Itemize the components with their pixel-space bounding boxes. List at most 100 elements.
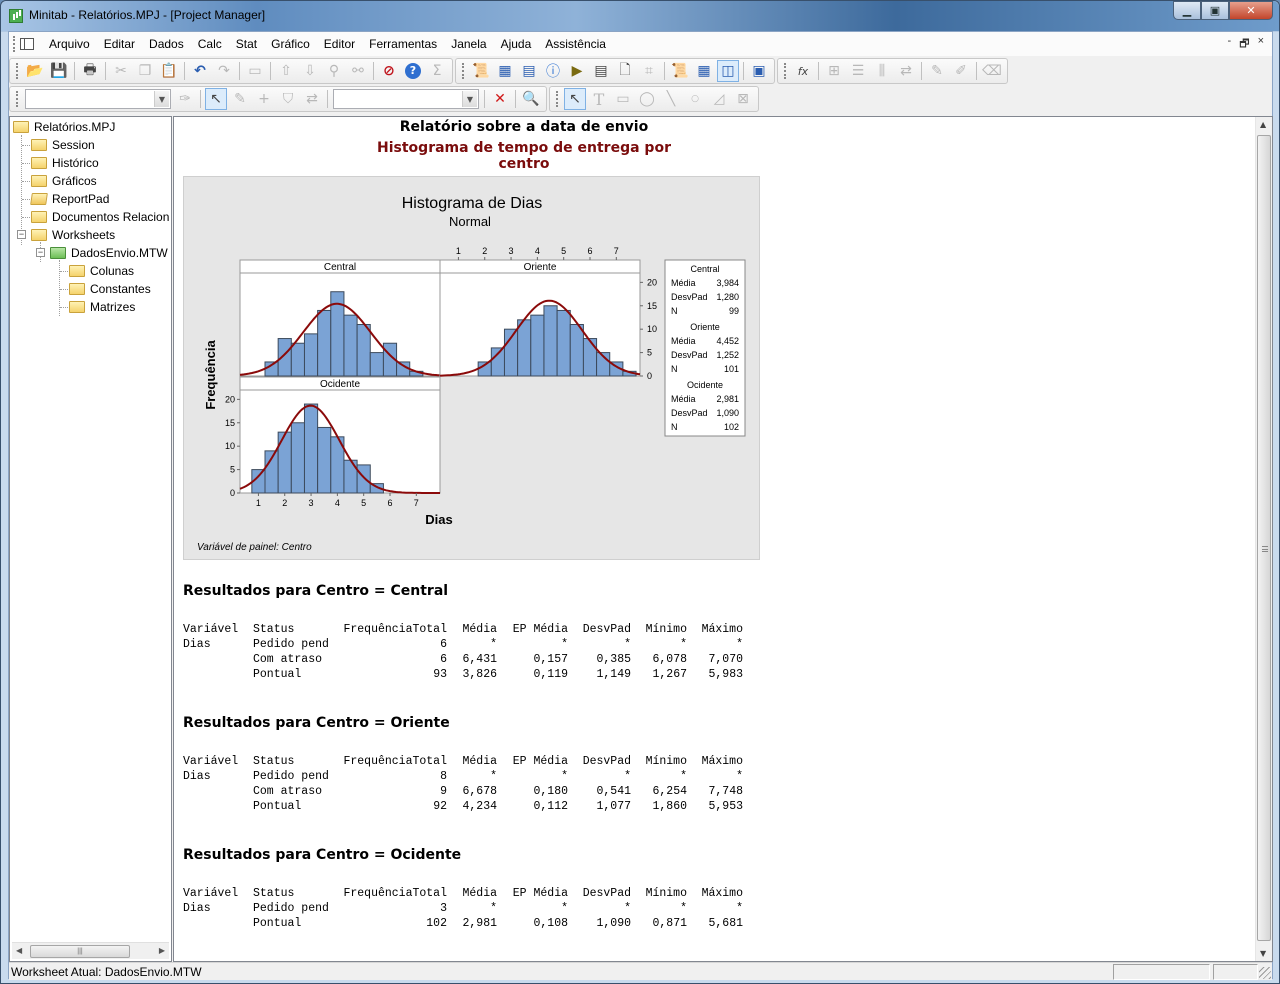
ellipse-icon[interactable]: ◯ — [636, 88, 658, 110]
save-icon[interactable]: 💾 — [48, 60, 70, 82]
select-pointer-icon[interactable]: ↖ — [205, 88, 227, 110]
project-manager-doc-icon[interactable] — [20, 38, 34, 50]
maximize-button[interactable]: ▣ — [1201, 1, 1229, 20]
swap-icon[interactable]: ⇄ — [301, 88, 323, 110]
help-icon[interactable]: ? — [402, 60, 424, 82]
redo-icon[interactable]: ↷ — [213, 60, 235, 82]
menu-editar[interactable]: Editar — [97, 37, 142, 51]
scroll-left-icon[interactable]: ◀ — [16, 946, 22, 955]
session-window-icon[interactable]: 📜 — [669, 60, 691, 82]
menu-ferramentas[interactable]: Ferramentas — [362, 37, 444, 51]
set-id-variables-icon[interactable]: ✑ — [174, 88, 196, 110]
report-vertical-scrollbar[interactable]: ▲ ▼ — [1255, 117, 1272, 961]
print-icon[interactable]: 🖶 — [79, 60, 101, 82]
toolbar-grip[interactable] — [556, 91, 559, 107]
stat-guide-icon[interactable]: Σ — [426, 60, 448, 82]
clear-cells-icon[interactable]: ⌫ — [981, 60, 1003, 82]
tree-item-matrizes[interactable]: Matrizes — [60, 298, 135, 316]
brush-set-id-combo[interactable]: ▼ — [25, 89, 171, 109]
copy-icon[interactable]: ❐ — [134, 60, 156, 82]
edit-last-dialog-icon[interactable]: ▭ — [244, 60, 266, 82]
resize-grip[interactable] — [1259, 967, 1271, 979]
scroll-thumb[interactable]: ||| — [30, 945, 130, 958]
tree-item-constantes[interactable]: Constantes — [60, 280, 151, 298]
crosshairs-icon[interactable]: + — [253, 88, 275, 110]
design-icon[interactable]: ⌗ — [638, 60, 660, 82]
close-all-graphs-icon[interactable]: ▣ — [748, 60, 770, 82]
tree-item-session[interactable]: Session — [22, 136, 95, 154]
tree-item-documentos[interactable]: Documentos Relacion — [22, 208, 169, 226]
cut-icon[interactable]: ✂ — [110, 60, 132, 82]
tree-item-colunas[interactable]: Colunas — [60, 262, 134, 280]
menu-ajuda[interactable]: Ajuda — [494, 37, 539, 51]
toolbar-grip[interactable] — [16, 91, 19, 107]
flag-icon[interactable]: ⛉ — [277, 88, 299, 110]
close-button[interactable]: ✕ — [1229, 1, 1273, 20]
toolbar-grip[interactable] — [462, 63, 465, 79]
polygon-icon[interactable]: ⊠ — [732, 88, 754, 110]
dropdown-arrow-icon[interactable]: ▼ — [462, 91, 477, 107]
scroll-up-icon[interactable]: ▲ — [1260, 120, 1266, 129]
tree-item-graficos[interactable]: Gráficos — [22, 172, 97, 190]
menu-janela[interactable]: Janela — [444, 37, 493, 51]
data-window-icon[interactable]: ▦ — [693, 60, 715, 82]
marker-icon[interactable]: ○ — [684, 88, 706, 110]
menu-stat[interactable]: Stat — [229, 37, 264, 51]
line-icon[interactable]: ╲ — [660, 88, 682, 110]
histogram-graph[interactable]: Histograma de Dias Normal Central Oriente 1 2… — [183, 176, 760, 560]
show-worksheets-icon[interactable]: ▦ — [494, 60, 516, 82]
toolbar-grip[interactable] — [784, 63, 787, 79]
scroll-thumb[interactable] — [1257, 135, 1271, 941]
session-folder-icon[interactable]: 📜 — [470, 60, 492, 82]
find-icon[interactable]: ⚲ — [323, 60, 345, 82]
brush-tool-icon[interactable]: ✎ — [229, 88, 251, 110]
reportpad-icon[interactable]: ▤ — [590, 60, 612, 82]
show-graphs-icon[interactable]: ▤ — [518, 60, 540, 82]
info-icon[interactable]: ⓘ — [542, 60, 564, 82]
tree-item-reportpad[interactable]: ReportPad — [22, 190, 109, 208]
menubar-grip[interactable] — [13, 36, 16, 52]
history-icon[interactable]: ▶ — [566, 60, 588, 82]
graph-element-combo[interactable]: ▼ — [333, 89, 479, 109]
menu-calc[interactable]: Calc — [191, 37, 229, 51]
text-icon[interactable]: T — [588, 88, 610, 110]
insert-cells-icon[interactable]: ⊞ — [823, 60, 845, 82]
delete-icon[interactable]: ✕ — [489, 88, 511, 110]
next-command-icon[interactable]: ⇩ — [299, 60, 321, 82]
scroll-down-icon[interactable]: ▼ — [1260, 949, 1266, 958]
dropdown-arrow-icon[interactable]: ▼ — [154, 91, 169, 107]
mdi-minimize-button[interactable]: - — [1228, 35, 1232, 54]
collapse-icon[interactable]: − — [17, 230, 26, 239]
brush-icon[interactable]: ✎ — [926, 60, 948, 82]
tree-item-worksheet-file[interactable]: − DadosEnvio.MTW — [36, 244, 168, 262]
formula-icon[interactable]: fx — [792, 60, 814, 82]
minimize-button[interactable]: ▁ — [1173, 1, 1201, 20]
previous-command-icon[interactable]: ⇧ — [275, 60, 297, 82]
replace-icon[interactable]: ⚯ — [347, 60, 369, 82]
paste-icon[interactable]: 📋 — [158, 60, 180, 82]
move-columns-icon[interactable]: ⇄ — [895, 60, 917, 82]
scroll-right-icon[interactable]: ▶ — [159, 946, 165, 955]
undo-icon[interactable]: ↶ — [189, 60, 211, 82]
zoom-icon[interactable]: 🔍 — [520, 88, 542, 110]
polyline-icon[interactable]: ◿ — [708, 88, 730, 110]
menu-dados[interactable]: Dados — [142, 37, 191, 51]
project-manager-icon[interactable]: ◫ — [717, 60, 739, 82]
tree-item-worksheets[interactable]: − Worksheets — [17, 226, 115, 244]
title-bar[interactable]: Minitab - Relatórios.MPJ - [Project Mana… — [1, 1, 1279, 31]
cancel-icon[interactable]: ⊘ — [378, 60, 400, 82]
rectangle-icon[interactable]: ▭ — [612, 88, 634, 110]
tree-horizontal-scrollbar[interactable]: ◀ ||| ▶ — [12, 942, 169, 959]
menu-arquivo[interactable]: Arquivo — [42, 37, 97, 51]
brush-down-icon[interactable]: ✐ — [950, 60, 972, 82]
select-icon[interactable]: ↖ — [564, 88, 586, 110]
insert-columns-icon[interactable]: ⫼ — [871, 60, 893, 82]
menu-editor[interactable]: Editor — [317, 37, 362, 51]
insert-rows-icon[interactable]: ☰ — [847, 60, 869, 82]
tree-item-project[interactable]: Relatórios.MPJ — [13, 118, 115, 136]
menu-grafico[interactable]: Gráfico — [264, 37, 317, 51]
tree-item-historico[interactable]: Histórico — [22, 154, 99, 172]
related-documents-icon[interactable]: 🗋 — [614, 60, 636, 82]
menu-assistencia[interactable]: Assistência — [538, 37, 613, 51]
open-icon[interactable]: 📂 — [24, 60, 46, 82]
